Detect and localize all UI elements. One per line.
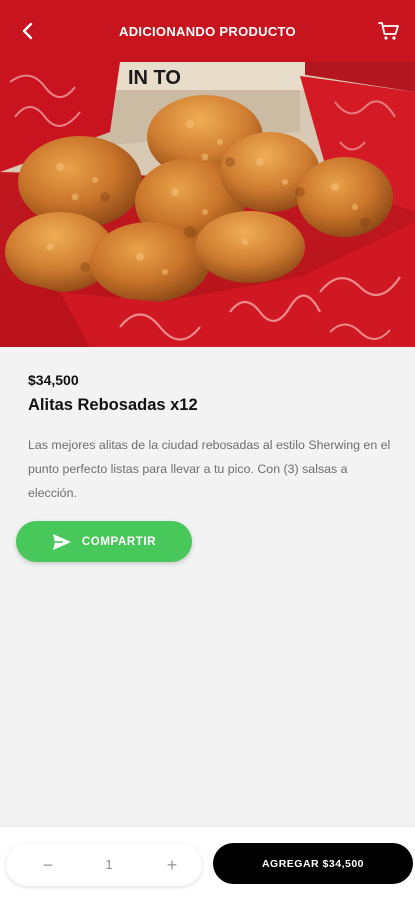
add-to-cart-button[interactable]: AGREGAR $34,500	[213, 843, 413, 884]
chicken-box-illustration: IN TO	[0, 62, 415, 347]
add-to-cart-label: AGREGAR $34,500	[261, 857, 365, 870]
quantity-value: 1	[105, 857, 113, 872]
box-print-text: IN TO	[128, 67, 181, 89]
quantity-stepper: − 1 +	[6, 844, 202, 886]
product-image: IN TO	[0, 62, 415, 347]
cart-button[interactable]	[377, 20, 401, 42]
share-button-label: COMPARTIR	[81, 535, 157, 548]
product-description: Las mejores alitas de la ciudad rebosada…	[28, 438, 391, 500]
chevron-left-icon	[22, 22, 33, 40]
increase-quantity-button[interactable]: +	[158, 851, 186, 879]
product-price: $34,500	[28, 372, 79, 388]
back-button[interactable]	[16, 20, 38, 42]
top-bar: ADICIONANDO PRODUCTO	[0, 0, 415, 62]
share-button[interactable]: COMPARTIR	[16, 521, 192, 562]
decrease-quantity-button[interactable]: −	[34, 851, 62, 879]
app-screen: ADICIONANDO PRODUCTO IN TO $34,500 Alita…	[0, 0, 415, 900]
product-info: $34,500 Alitas Rebosadas x12 Las mejores…	[28, 372, 398, 505]
product-name: Alitas Rebosadas x12	[28, 396, 198, 414]
page-title: ADICIONANDO PRODUCTO	[119, 23, 296, 39]
bottom-bar: − 1 + AGREGAR $34,500	[0, 827, 415, 900]
send-icon	[52, 533, 71, 550]
cart-icon	[378, 22, 399, 40]
